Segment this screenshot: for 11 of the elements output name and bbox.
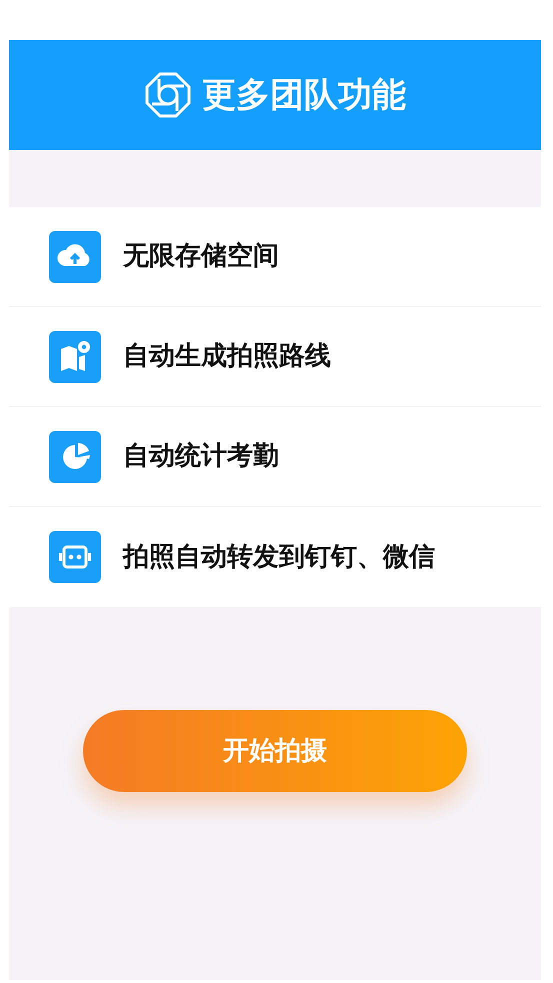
camera-logo-icon [144,71,192,119]
feature-label: 自动统计考勤 [123,440,279,473]
feature-label: 拍照自动转发到钉钉、微信 [123,540,435,574]
feature-label: 自动生成拍照路线 [123,340,331,373]
robot-icon [49,531,101,583]
map-pin-icon [49,330,101,382]
cloud-upload-icon [49,230,101,282]
start-button[interactable]: 开始拍摄 [83,710,467,792]
pie-chart-icon [49,430,101,482]
page-title: 更多团队功能 [202,74,406,116]
feature-label: 无限存储空间 [123,240,279,273]
